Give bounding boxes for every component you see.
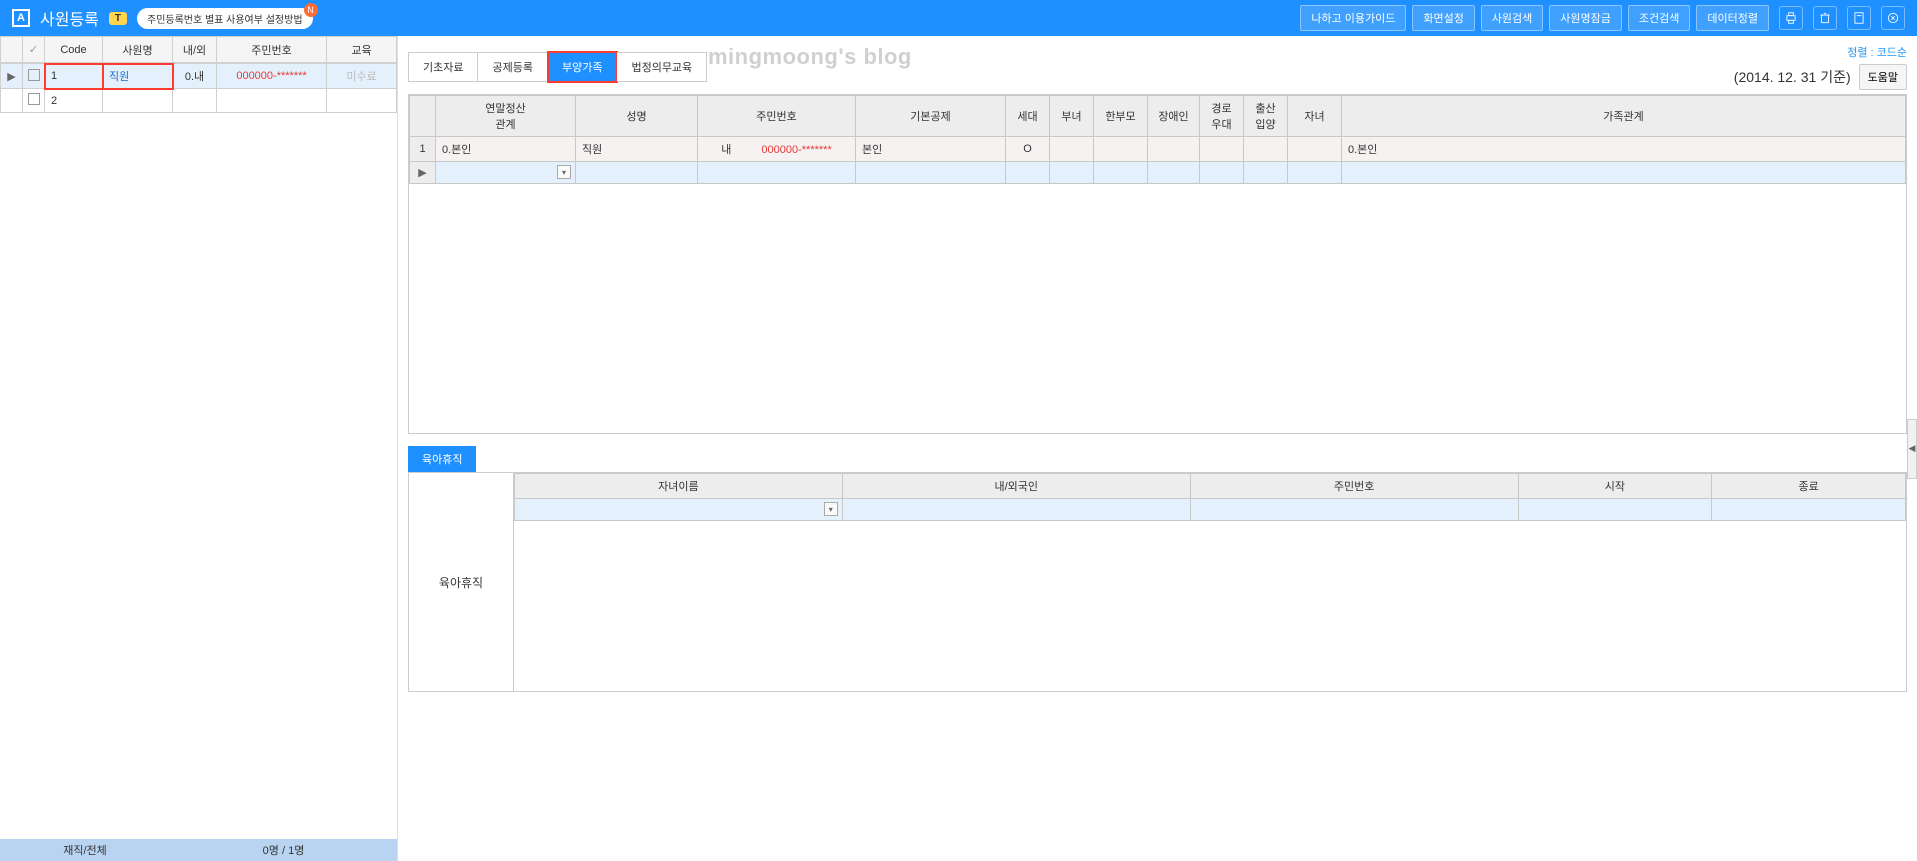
col-child[interactable]: 자녀 [1288, 96, 1342, 137]
col-elder[interactable]: 경로 우대 [1200, 96, 1244, 137]
cell-depjumin[interactable]: 내000000-******* [698, 137, 856, 162]
cell-jumin[interactable]: 000000-******* [217, 64, 327, 89]
screen-settings-button[interactable]: 화면설정 [1412, 5, 1474, 31]
dependents-grid[interactable]: 연말정산 관계 성명 주민번호 기본공제 세대 부녀 한부모 장애인 경로 우대… [408, 94, 1907, 434]
col-disable[interactable]: 장애인 [1148, 96, 1200, 137]
employee-list-footer: 재직/전체 0명 / 1명 [0, 839, 397, 861]
col-birth[interactable]: 출산 입양 [1244, 96, 1288, 137]
detail-tabs: 기초자료 공제등록 부양가족 법정의무교육 [408, 52, 707, 82]
cell-name[interactable]: 직원 [103, 64, 173, 89]
app-icon: A [12, 9, 30, 27]
dropdown-icon[interactable]: ▾ [824, 502, 838, 516]
watermark: mingmoong's blog [708, 44, 912, 70]
footer-count: 0명 / 1명 [170, 842, 397, 858]
col-relation[interactable]: 연말정산 관계 [436, 96, 576, 137]
col-name[interactable]: 사원명 [103, 37, 173, 63]
leave-side-label: 육아휴직 [409, 473, 514, 691]
table-row[interactable]: ▶ 1 직원 0.내 000000-******* 미수료 [1, 64, 397, 89]
tab-dependents[interactable]: 부양가족 [548, 52, 617, 82]
footer-label: 재직/전체 [0, 842, 170, 858]
data-sort-button[interactable]: 데이터정렬 [1696, 5, 1769, 31]
col-depname[interactable]: 성명 [576, 96, 698, 137]
col-check[interactable]: ✓ [23, 37, 45, 63]
col-depjumin[interactable]: 주민번호 [698, 96, 856, 137]
help-button[interactable]: 도움말 [1859, 64, 1907, 90]
lv-col-start[interactable]: 시작 [1518, 474, 1712, 499]
col-family[interactable]: 가족관계 [1342, 96, 1906, 137]
tab-deduction[interactable]: 공제등록 [478, 52, 547, 82]
calculator-icon[interactable] [1847, 6, 1871, 30]
col-jumin[interactable]: 주민번호 [217, 37, 327, 63]
guide-button[interactable]: 나하고 이용가이드 [1300, 5, 1406, 31]
tag-badge: T [109, 12, 127, 25]
lv-col-jumin[interactable]: 주민번호 [1190, 474, 1518, 499]
notice-text: 주민등록번호 별표 사용여부 설정방법 [147, 15, 303, 26]
row-indicator: ▶ [1, 64, 23, 89]
app-header: A 사원등록 T 주민등록번호 별표 사용여부 설정방법 N 나하고 이용가이드… [0, 0, 1917, 36]
row-checkbox[interactable] [23, 64, 45, 89]
condition-search-button[interactable]: 조건검색 [1628, 5, 1690, 31]
cell-relation[interactable]: 0.본인 [436, 137, 576, 162]
new-badge: N [304, 3, 318, 17]
col-arrow [1, 37, 23, 63]
employee-lock-button[interactable]: 사원명잠금 [1549, 5, 1622, 31]
cell-relation-input[interactable]: ▾ [436, 162, 576, 184]
cell-family[interactable]: 0.본인 [1342, 137, 1906, 162]
subtab-leave[interactable]: 육아휴직 [408, 446, 476, 472]
date-standard: (2014. 12. 31 기준) [1734, 67, 1851, 87]
page-title: 사원등록 [40, 6, 99, 30]
table-row[interactable]: 2 [1, 89, 397, 113]
cell-edu[interactable]: 미수료 [327, 64, 397, 89]
detail-panel: 기초자료 공제등록 부양가족 법정의무교육 mingmoong's blog 정… [398, 36, 1917, 861]
table-row[interactable]: ▶ ▾ [410, 162, 1906, 184]
row-indicator: ▶ [410, 162, 436, 184]
employee-list-body[interactable]: ▶ 1 직원 0.내 000000-******* 미수료 2 [0, 63, 397, 113]
trash-icon[interactable] [1813, 6, 1837, 30]
employee-list-panel: ✓ Code 사원명 내/외 주민번호 교육 ▶ 1 직원 0.내 000000… [0, 36, 398, 861]
table-row[interactable]: ▾ [515, 499, 1906, 521]
col-code[interactable]: Code [45, 37, 103, 63]
row-num: 1 [410, 137, 436, 162]
cell-basic[interactable]: 본인 [856, 137, 1006, 162]
tab-legal-edu[interactable]: 법정의무교육 [617, 52, 707, 82]
col-sede[interactable]: 세대 [1006, 96, 1050, 137]
lv-col-foreign[interactable]: 내/외국인 [842, 474, 1190, 499]
col-edu[interactable]: 교육 [327, 37, 397, 63]
leave-section: 육아휴직 자녀이름 내/외국인 주민번호 시작 종료 [408, 472, 1907, 692]
col-single[interactable]: 한부모 [1094, 96, 1148, 137]
cell-inout[interactable]: 0.내 [173, 64, 217, 89]
close-icon[interactable] [1881, 6, 1905, 30]
dropdown-icon[interactable]: ▾ [557, 165, 571, 179]
tab-basic[interactable]: 기초자료 [408, 52, 478, 82]
sort-link[interactable]: 정렬 : 코드순 [1847, 47, 1907, 59]
cell-code[interactable]: 1 [45, 64, 103, 89]
lv-col-end[interactable]: 종료 [1712, 474, 1906, 499]
row-checkbox[interactable] [23, 89, 45, 113]
employee-search-button[interactable]: 사원검색 [1481, 5, 1543, 31]
leave-grid[interactable]: 자녀이름 내/외국인 주민번호 시작 종료 ▾ [514, 473, 1906, 521]
cell-sede[interactable]: O [1006, 137, 1050, 162]
lv-col-childname[interactable]: 자녀이름 [515, 474, 843, 499]
lv-cell-childname[interactable]: ▾ [515, 499, 843, 521]
collapse-handle[interactable]: ◀ [1907, 419, 1917, 479]
col-basic[interactable]: 기본공제 [856, 96, 1006, 137]
table-row[interactable]: 1 0.본인 직원 내000000-******* 본인 O 0.본인 [410, 137, 1906, 162]
cell-depname[interactable]: 직원 [576, 137, 698, 162]
employee-list-header: ✓ Code 사원명 내/외 주민번호 교육 [0, 36, 397, 63]
col-inout[interactable]: 내/외 [173, 37, 217, 63]
col-bunyo[interactable]: 부녀 [1050, 96, 1094, 137]
cell-code[interactable]: 2 [45, 89, 103, 113]
print-icon[interactable] [1779, 6, 1803, 30]
notice-link[interactable]: 주민등록번호 별표 사용여부 설정방법 N [137, 8, 313, 29]
